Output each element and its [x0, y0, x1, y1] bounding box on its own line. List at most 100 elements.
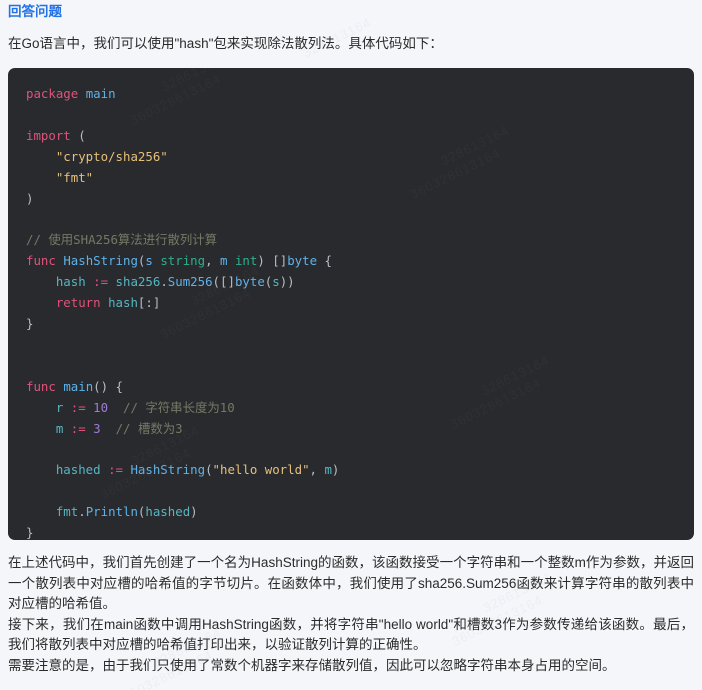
code-token: :=	[108, 462, 123, 478]
code-block[interactable]: 3286131643603286131643286131643603286131…	[8, 68, 694, 540]
code-line: }	[26, 314, 676, 335]
code-line: // 使用SHA256算法进行散列计算	[26, 230, 676, 251]
code-line: )	[26, 189, 676, 210]
answer-page: 3286131643603286131643286131643603286131…	[0, 0, 702, 690]
code-line: func HashString(s string, m int) []byte …	[26, 251, 676, 272]
code-token: hash	[108, 295, 138, 311]
code-line: package main	[26, 84, 676, 105]
code-token: "crypto/sha256"	[55, 148, 168, 164]
code-token: // 槽数为3	[115, 420, 183, 436]
code-token: sha256	[115, 274, 161, 290]
code-line: "fmt"	[26, 168, 676, 189]
code-token: ,	[309, 462, 325, 478]
code-line: m := 3 // 槽数为3	[26, 419, 676, 440]
code-token: func	[26, 253, 56, 269]
intro-paragraph: 在Go语言中，我们可以使用"hash"包来实现除法散列法。具体代码如下：	[8, 36, 443, 51]
code-token: ))	[279, 274, 295, 290]
explanation-paragraph: 在上述代码中，我们首先创建了一个名为HashString的函数，该函数接受一个字…	[8, 555, 694, 611]
code-token: import	[26, 127, 71, 143]
code-token: HashString	[63, 253, 138, 269]
code-line: import (	[26, 126, 676, 147]
code-token: () {	[93, 378, 123, 394]
code-token: // 字符串长度为10	[123, 399, 235, 415]
code-token: .	[78, 504, 86, 520]
code-line: hash := sha256.Sum256([]byte(s))	[26, 272, 676, 293]
code-token: ) []	[257, 253, 288, 269]
code-token: :=	[70, 420, 86, 436]
code-line: hashed := HashString("hello world", m)	[26, 460, 676, 481]
code-line: "crypto/sha256"	[26, 147, 676, 168]
code-token: s	[272, 274, 280, 290]
code-token: fmt	[55, 504, 79, 520]
code-token: 10	[93, 399, 109, 415]
code-token: main	[85, 86, 116, 101]
code-token: :=	[93, 274, 109, 290]
code-token: (	[70, 127, 86, 143]
code-line: return hash[:]	[26, 293, 676, 314]
code-token: (	[205, 462, 213, 478]
code-token: .	[160, 274, 168, 290]
code-token: }	[26, 525, 34, 540]
code-token: )	[190, 504, 198, 520]
page-title: 回答问题	[8, 4, 62, 19]
code-token: ,	[205, 253, 221, 269]
code-token: {	[317, 253, 332, 269]
code-token: hashed	[55, 462, 101, 478]
code-token: string	[160, 253, 206, 269]
code-token: byte	[234, 274, 265, 290]
code-token: hashed	[145, 504, 191, 520]
code-token: int	[234, 253, 258, 269]
explanation-paragraph: 需要注意的是，由于我们只使用了常数个机器字来存储散列值，因此可以忽略字符串本身占…	[8, 657, 616, 673]
code-token: )	[26, 190, 34, 206]
code-token: HashString	[130, 462, 206, 478]
code-line: func main() {	[26, 377, 676, 398]
explanation-paragraph: 接下来，我们在main函数中调用HashString函数，并将字符串"hello…	[8, 616, 694, 653]
code-line: r := 10 // 字符串长度为10	[26, 398, 676, 419]
code-content: package main import ( "crypto/sha256" "f…	[8, 84, 694, 540]
code-token: Println	[85, 504, 138, 520]
code-token: ([]	[212, 274, 235, 290]
code-token: return	[55, 295, 101, 311]
code-line: fmt.Println(hashed)	[26, 502, 676, 523]
code-token: 3	[93, 420, 101, 436]
code-token: "fmt"	[55, 169, 94, 185]
code-token: "hello world"	[212, 462, 310, 478]
code-token: package	[26, 86, 79, 101]
code-token: :=	[70, 399, 86, 415]
code-token: func	[26, 378, 56, 394]
code-token: hash	[55, 274, 86, 290]
code-token: [:]	[137, 295, 161, 311]
code-token: )	[331, 462, 340, 478]
code-token: }	[26, 315, 34, 331]
code-line: }	[26, 523, 676, 540]
code-token: main	[63, 378, 94, 394]
code-token: Sum256	[167, 274, 213, 290]
code-token: // 使用SHA256算法进行散列计算	[26, 232, 218, 248]
explanation-section: 在上述代码中，我们首先创建了一个名为HashString的函数，该函数接受一个字…	[8, 540, 694, 676]
code-token: s	[145, 253, 153, 269]
code-token: byte	[287, 253, 318, 269]
code-token: m	[324, 462, 332, 478]
